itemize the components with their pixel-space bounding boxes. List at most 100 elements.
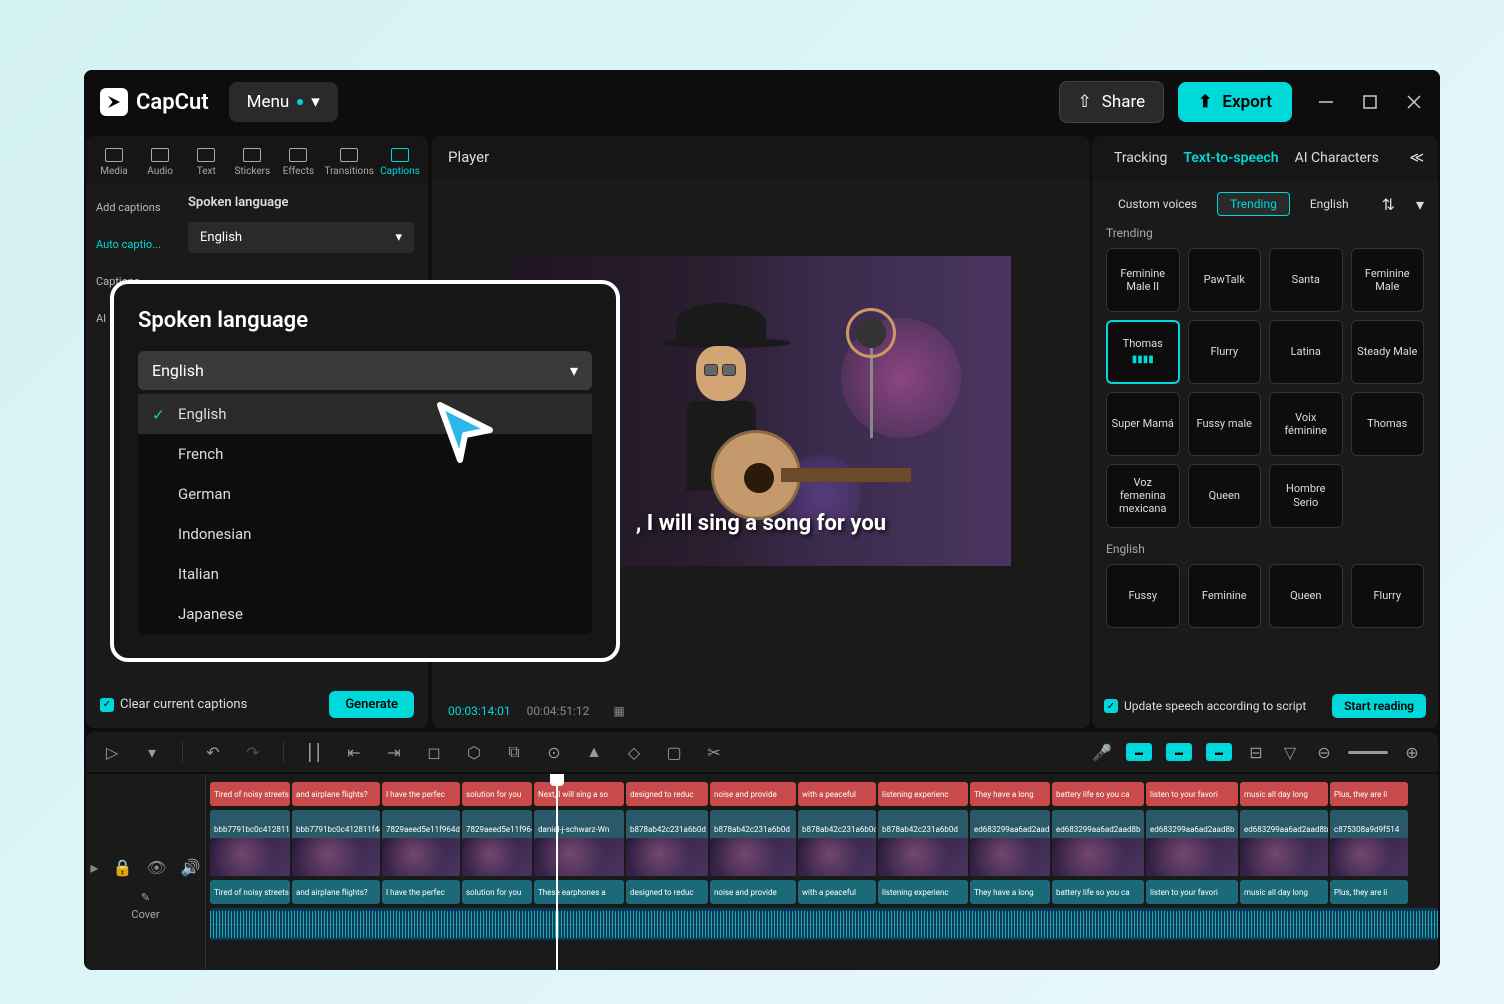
spoken-language-select[interactable]: English ▾ [188,222,414,253]
timeline-clip[interactable]: designed to reduc [626,782,708,806]
video-thumbnail[interactable] [970,838,1050,876]
timeline-clip[interactable]: and airplane flights? [292,880,380,904]
voice-card[interactable]: Voz femenina mexicana [1106,464,1180,528]
timeline-clip[interactable]: I have the perfec [382,782,460,806]
voice-filter-pill[interactable]: Custom voices [1106,193,1209,215]
tool-tab-captions[interactable]: Captions [378,142,422,183]
video-thumbnail[interactable] [798,838,876,876]
undo-icon[interactable]: ↶ [203,742,223,762]
video-thumbnail[interactable] [382,838,460,876]
export-button[interactable]: ⬆ Export [1178,82,1292,122]
track-expand-icon[interactable]: ▸ [90,858,98,877]
popup-option[interactable]: ✓English [138,394,592,434]
redo-icon[interactable]: ↷ [243,742,263,762]
tool-tab-media[interactable]: Media [92,142,136,183]
speed-icon[interactable]: ⊙ [544,742,564,762]
rotate-icon[interactable]: ◇ [624,742,644,762]
timeline-clip[interactable]: They have a long [970,782,1050,806]
timeline-clip[interactable]: music all day long [1240,782,1328,806]
timeline-clip[interactable]: I have the perfec [382,880,460,904]
zoom-out-icon[interactable]: ⊖ [1314,742,1334,762]
timeline-clip[interactable]: solution for you [462,880,532,904]
voice-card[interactable]: Latina [1269,320,1343,384]
tool-tab-audio[interactable]: Audio [138,142,182,183]
timeline-clip[interactable]: listening experienc [878,782,968,806]
grid-icon[interactable]: ▦ [613,704,624,718]
timeline-clip[interactable]: and airplane flights? [292,782,380,806]
voice-card[interactable]: Flurry [1351,564,1425,628]
video-thumbnail[interactable] [626,838,708,876]
popup-option[interactable]: French [138,434,592,474]
crop-icon[interactable]: ◻ [424,742,444,762]
snap-on-icon[interactable]: ▬ [1166,743,1192,761]
video-thumbnail[interactable] [1146,838,1238,876]
clear-captions-checkbox[interactable]: ✓ Clear current captions [100,697,247,712]
select-tool-icon[interactable]: ▷ [102,742,122,762]
crop2-icon[interactable]: ▢ [664,742,684,762]
timeline-clip[interactable]: Plus, they are li [1330,782,1408,806]
voice-card[interactable]: PawTalk [1188,248,1262,312]
pro-cut-icon[interactable]: ✂ [704,742,724,762]
voice-card[interactable]: Santa [1269,248,1343,312]
video-thumbnail[interactable] [1052,838,1144,876]
menu-button[interactable]: Menu ▾ [229,82,338,122]
side-item[interactable]: Auto captio... [90,228,170,261]
trim-left-icon[interactable]: ⇤ [344,742,364,762]
voice-card[interactable]: Fussy male [1188,392,1262,456]
video-thumbnail[interactable] [534,838,624,876]
timeline-clip[interactable]: with a peaceful [798,782,876,806]
video-thumbnail[interactable] [462,838,532,876]
tool-chevron-icon[interactable]: ▾ [142,742,162,762]
popup-option[interactable]: German [138,474,592,514]
split-icon[interactable]: ⎮⎮ [304,742,324,762]
tool-tab-effects[interactable]: Effects [276,142,320,183]
timeline-clip[interactable]: battery life so you ca [1052,782,1144,806]
voice-filter-pill[interactable]: Trending [1217,192,1290,216]
playhead[interactable] [556,774,558,970]
tool-tab-stickers[interactable]: Stickers [230,142,274,183]
timeline-clip[interactable]: Tired of noisy streets [210,880,290,904]
lock-icon[interactable]: 🔒 [112,858,132,877]
right-tab[interactable]: Tracking [1106,146,1175,170]
voice-card[interactable]: Queen [1269,564,1343,628]
timeline-clip[interactable]: Tired of noisy streets [210,782,290,806]
timeline-tracks[interactable]: Tired of noisy streetsand airplane fligh… [206,774,1438,970]
voice-card[interactable]: Fussy [1106,564,1180,628]
filter-icon[interactable]: ⇅ [1382,195,1395,214]
timeline-clip[interactable]: designed to reduc [626,880,708,904]
update-speech-checkbox[interactable]: ✓ Update speech according to script [1104,699,1306,713]
generate-button[interactable]: Generate [329,691,414,718]
tool-tab-transitions[interactable]: Transitions [322,142,375,183]
start-reading-button[interactable]: Start reading [1332,694,1426,718]
side-item[interactable]: Add captions [90,191,170,224]
popup-option[interactable]: Indonesian [138,514,592,554]
timeline-clip[interactable]: battery life so you ca [1052,880,1144,904]
video-thumbnail[interactable] [710,838,796,876]
video-thumbnail[interactable] [292,838,380,876]
close-button[interactable] [1404,92,1424,112]
popup-select[interactable]: English ▾ [138,351,592,390]
marker-icon[interactable]: ▽ [1280,742,1300,762]
filter-dropdown-icon[interactable]: ▾ [1416,195,1424,214]
right-tab[interactable]: Text-to-speech [1175,146,1286,170]
magnet-on-icon[interactable]: ▬ [1126,743,1152,761]
more-tabs-icon[interactable]: ≪ [1409,150,1424,166]
voice-card[interactable]: Hombre Serio [1269,464,1343,528]
zoom-in-icon[interactable]: ⊕ [1402,742,1422,762]
voice-card[interactable]: Feminine Male II [1106,248,1180,312]
timeline-clip[interactable]: Plus, they are li [1330,880,1408,904]
timeline-clip[interactable]: They have a long [970,880,1050,904]
timeline-clip[interactable]: listening experienc [878,880,968,904]
timeline-clip[interactable]: These earphones a [534,880,624,904]
voice-filter-pill[interactable]: English [1298,193,1361,215]
voice-card[interactable]: Thomas [1351,392,1425,456]
maximize-button[interactable] [1360,92,1380,112]
timeline-clip[interactable]: listen to your favori [1146,782,1238,806]
mirror-icon[interactable]: ⧉ [504,742,524,762]
divide-icon[interactable]: ⊟ [1246,742,1266,762]
mask-icon[interactable]: ⬡ [464,742,484,762]
minimize-button[interactable] [1316,92,1336,112]
video-thumbnail[interactable] [210,838,290,876]
voice-card[interactable]: Voix féminine [1269,392,1343,456]
voice-card[interactable]: Flurry [1188,320,1262,384]
